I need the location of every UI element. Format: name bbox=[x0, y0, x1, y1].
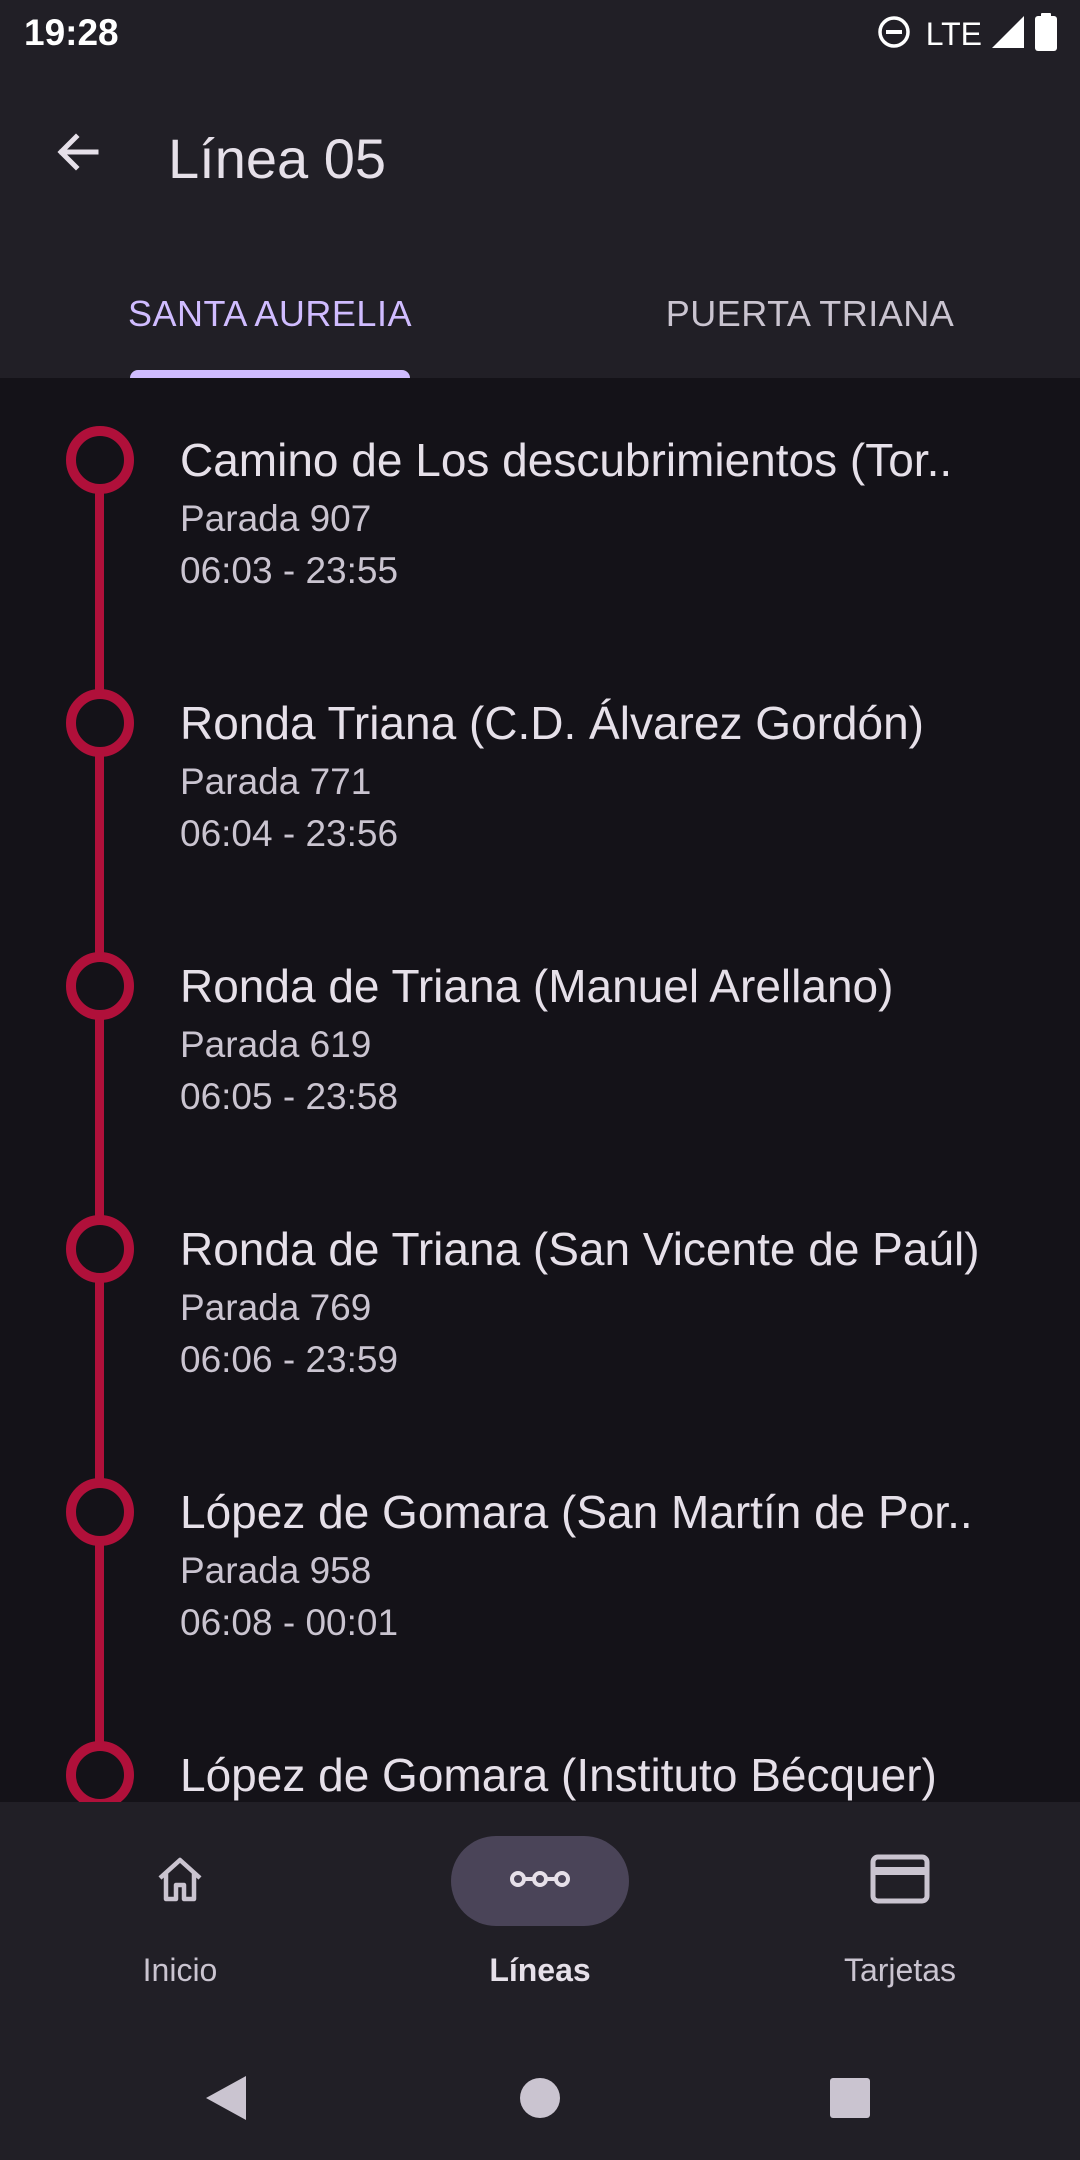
stop-hours: 06:03 - 23:55 bbox=[180, 550, 399, 591]
do-not-disturb-icon bbox=[876, 14, 912, 55]
card-icon bbox=[870, 1854, 930, 1909]
nav-item-inicio[interactable]: Inicio bbox=[0, 1802, 360, 2030]
stop-marker-icon bbox=[66, 426, 134, 494]
stop-name: Camino de Los descubrimientos (Tor.. bbox=[180, 434, 953, 486]
stop-name: López de Gomara (San Martín de Por.. bbox=[180, 1486, 973, 1538]
nav-label-lineas: Líneas bbox=[489, 1952, 591, 1988]
route-icon bbox=[509, 1864, 571, 1899]
system-back-button[interactable] bbox=[186, 2060, 266, 2140]
stop-marker-icon bbox=[66, 952, 134, 1020]
nav-pill bbox=[811, 1836, 989, 1926]
stop-name: Ronda de Triana (San Vicente de Paúl) bbox=[180, 1223, 980, 1275]
signal-icon bbox=[990, 14, 1026, 55]
stop-name: Ronda de Triana (Manuel Arellano) bbox=[180, 960, 894, 1012]
stop-code: Parada 771 bbox=[180, 761, 372, 802]
stop-hours: 06:06 - 23:59 bbox=[180, 1339, 399, 1380]
system-navigation-bar bbox=[0, 2030, 1080, 2160]
stop-marker-icon bbox=[66, 1478, 134, 1546]
stop-code: Parada 907 bbox=[180, 498, 372, 539]
bottom-navigation: Inicio Líneas Tarjetas bbox=[0, 1802, 1080, 2030]
nav-item-tarjetas[interactable]: Tarjetas bbox=[720, 1802, 1080, 2030]
back-button[interactable] bbox=[36, 112, 120, 196]
stop-code: Parada 769 bbox=[180, 1287, 372, 1328]
direction-tabs: SANTA AURELIA PUERTA TRIANA bbox=[0, 250, 1080, 378]
triangle-back-icon bbox=[204, 2074, 248, 2127]
stop-marker-icon bbox=[66, 1215, 134, 1283]
status-bar: 19:28 LTE bbox=[0, 0, 1080, 68]
nav-item-lineas[interactable]: Líneas bbox=[360, 1802, 720, 2030]
stop-hours: 06:04 - 23:56 bbox=[180, 813, 399, 854]
home-icon bbox=[151, 1850, 209, 1913]
stop-code: Parada 958 bbox=[180, 1550, 372, 1591]
arrow-back-icon bbox=[52, 126, 104, 183]
circle-home-icon bbox=[519, 2077, 561, 2124]
stop-name: Ronda Triana (C.D. Álvarez Gordón) bbox=[180, 697, 924, 749]
battery-icon bbox=[1034, 12, 1058, 56]
tab-santa-aurelia[interactable]: SANTA AURELIA bbox=[0, 250, 540, 378]
stop-hours: 06:08 - 00:01 bbox=[180, 1602, 399, 1643]
top-app-bar: Línea 05 bbox=[0, 68, 1080, 250]
stops-list[interactable]: Camino de Los descubrimientos (Tor.. Par… bbox=[0, 378, 1080, 1802]
status-icons: LTE bbox=[876, 12, 1058, 56]
stop-item[interactable]: López de Gomara (San Martín de Por.. Par… bbox=[0, 1430, 1080, 1693]
page-title: Línea 05 bbox=[168, 127, 386, 190]
network-type: LTE bbox=[925, 15, 982, 52]
stop-item[interactable]: López de Gomara (Instituto Bécquer) bbox=[0, 1693, 1080, 1802]
nav-label-inicio: Inicio bbox=[142, 1952, 218, 1988]
stop-item[interactable]: Ronda de Triana (San Vicente de Paúl) Pa… bbox=[0, 1167, 1080, 1430]
stop-marker-icon bbox=[66, 1741, 134, 1802]
tab-indicator bbox=[130, 370, 410, 378]
tab-puerta-triana[interactable]: PUERTA TRIANA bbox=[540, 250, 1080, 378]
stop-item[interactable]: Ronda Triana (C.D. Álvarez Gordón) Parad… bbox=[0, 641, 1080, 904]
stop-marker-icon bbox=[66, 689, 134, 757]
square-recents-icon bbox=[829, 2077, 871, 2124]
nav-pill bbox=[91, 1836, 269, 1926]
stop-name: López de Gomara (Instituto Bécquer) bbox=[180, 1749, 937, 1801]
system-recents-button[interactable] bbox=[810, 2060, 890, 2140]
nav-label-tarjetas: Tarjetas bbox=[843, 1952, 957, 1988]
stop-hours: 06:05 - 23:58 bbox=[180, 1076, 399, 1117]
stop-item[interactable]: Ronda de Triana (Manuel Arellano) Parada… bbox=[0, 904, 1080, 1167]
status-time: 19:28 bbox=[24, 12, 119, 53]
stop-item[interactable]: Camino de Los descubrimientos (Tor.. Par… bbox=[0, 378, 1080, 641]
nav-pill-active bbox=[451, 1836, 629, 1926]
stop-code: Parada 619 bbox=[180, 1024, 372, 1065]
system-home-button[interactable] bbox=[500, 2060, 580, 2140]
